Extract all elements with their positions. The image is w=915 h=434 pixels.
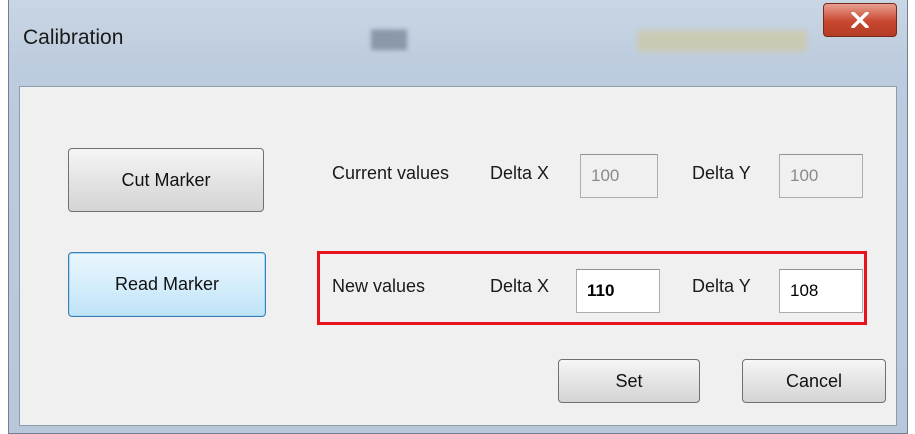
dialog-body: Cut Marker Current values Delta X 100 De… xyxy=(19,86,897,426)
background-glimpse: ███ xyxy=(371,30,408,49)
set-button[interactable]: Set xyxy=(558,359,700,403)
current-delta-y-field: 100 xyxy=(779,154,863,198)
current-values-label: Current values xyxy=(332,163,450,183)
current-delta-x-label: Delta X xyxy=(490,163,550,183)
read-marker-button[interactable]: Read Marker xyxy=(68,252,266,317)
new-delta-y-label: Delta Y xyxy=(692,276,751,296)
new-delta-x-label: Delta X xyxy=(490,276,550,296)
current-delta-x-field: 100 xyxy=(580,154,658,198)
title-bar[interactable]: Calibration ███ xyxy=(9,0,907,86)
cut-marker-button[interactable]: Cut Marker xyxy=(68,148,264,212)
new-values-label: New values xyxy=(332,276,426,296)
calibration-dialog: Calibration ███ Cut Marker Current value… xyxy=(8,0,908,434)
current-delta-y-label: Delta Y xyxy=(692,163,751,183)
close-icon xyxy=(851,12,869,28)
close-button[interactable] xyxy=(823,3,897,37)
cancel-button[interactable]: Cancel xyxy=(742,359,886,403)
new-delta-x-field[interactable] xyxy=(576,269,660,313)
background-glimpse-folder xyxy=(637,30,807,52)
new-delta-y-field[interactable] xyxy=(779,269,863,313)
window-title: Calibration xyxy=(23,26,124,49)
